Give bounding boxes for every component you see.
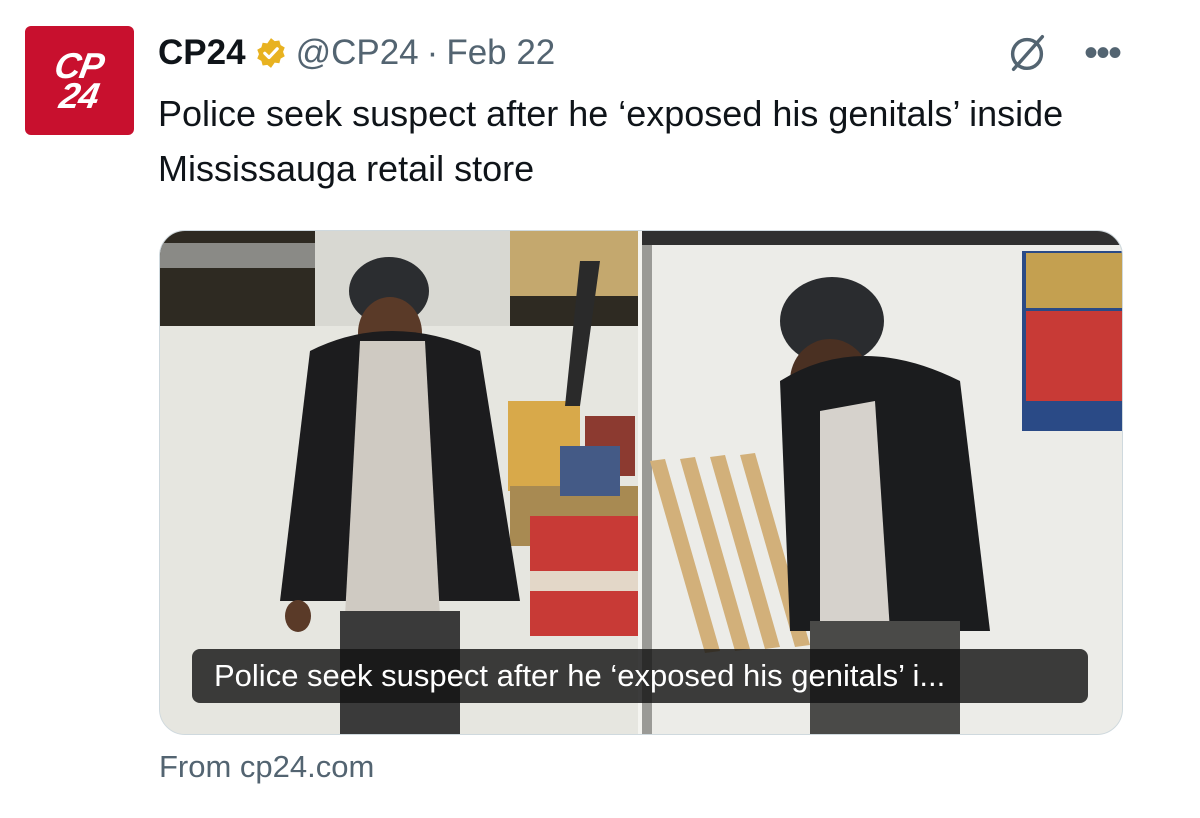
card-source[interactable]: From cp24.com — [159, 749, 374, 785]
grok-icon[interactable] — [1004, 30, 1050, 76]
tweet-actions: ••• — [1004, 28, 1122, 78]
tweet-text: Police seek suspect after he ‘exposed hi… — [158, 93, 1064, 189]
verified-badge-icon — [256, 38, 285, 68]
tweet-header: CP24 @CP24 · Feb 22 — [158, 30, 555, 76]
avatar-logo-line2: 24 — [56, 74, 103, 116]
account-name[interactable]: CP24 — [158, 33, 246, 73]
card-caption: Police seek suspect after he ‘exposed hi… — [192, 649, 1088, 703]
link-card[interactable]: Police seek suspect after he ‘exposed hi… — [159, 230, 1123, 735]
avatar[interactable]: CP 24 — [25, 26, 134, 135]
header-separator: · — [426, 33, 439, 72]
more-icon[interactable]: ••• — [1084, 33, 1122, 73]
tweet-date[interactable]: Feb 22 — [446, 33, 555, 73]
account-handle[interactable]: @CP24 — [296, 33, 419, 73]
